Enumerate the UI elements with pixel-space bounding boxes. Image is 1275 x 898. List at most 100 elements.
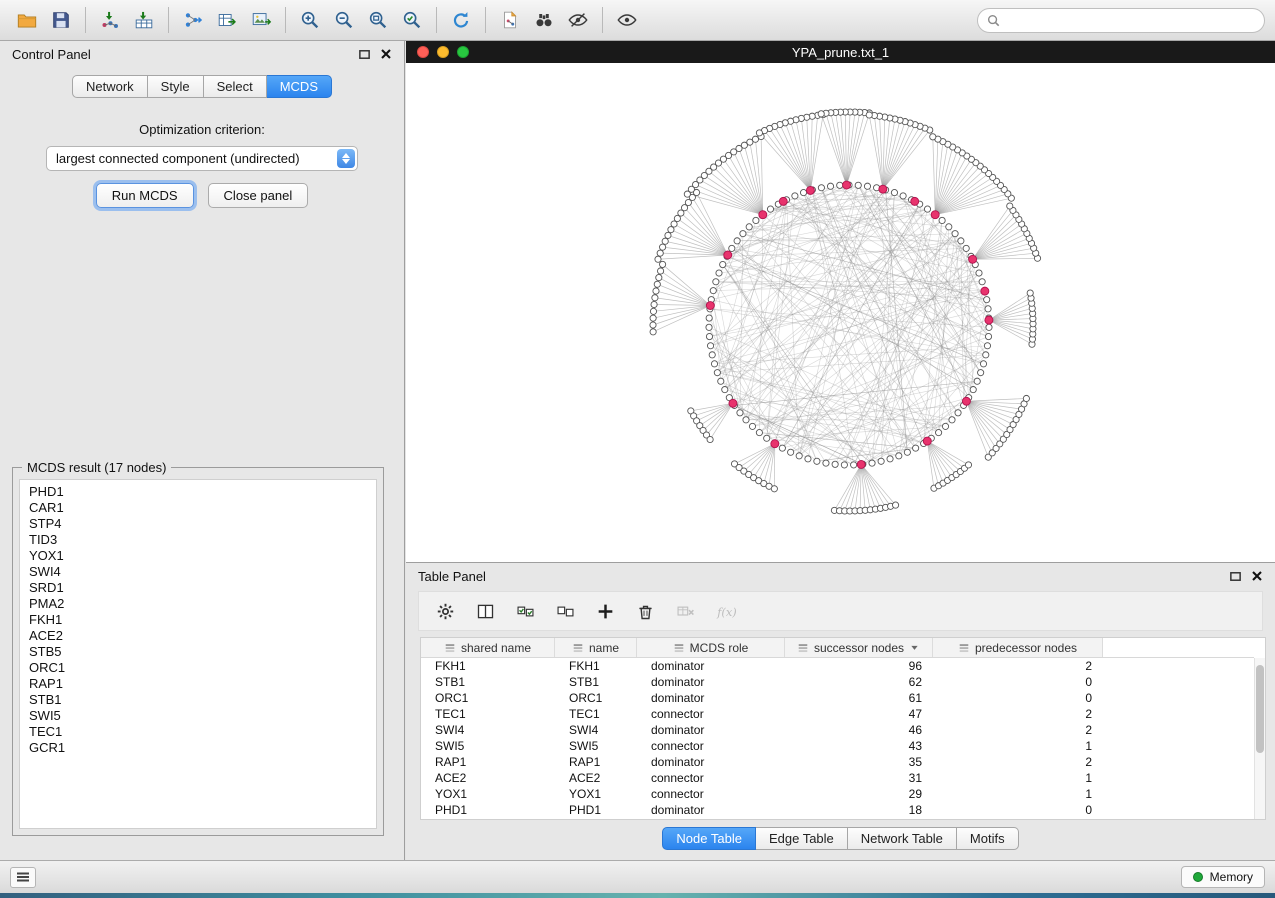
mcds-result-item[interactable]: TID3 — [29, 532, 367, 548]
export-table-button[interactable] — [210, 4, 244, 36]
zoom-in-button[interactable] — [293, 4, 327, 36]
table-row[interactable]: ACE2ACE2connector311 — [421, 770, 1254, 786]
tab-style[interactable]: Style — [148, 75, 204, 98]
column-header-predecessor-nodes[interactable]: predecessor nodes — [933, 638, 1103, 657]
add-column-button[interactable] — [595, 601, 616, 622]
mcds-result-item[interactable]: FKH1 — [29, 612, 367, 628]
mcds-result-item[interactable]: GCR1 — [29, 740, 367, 756]
float-panel-icon[interactable] — [358, 48, 371, 61]
cell-shared_name: SWI5 — [421, 738, 555, 754]
window-controls — [417, 46, 469, 58]
memory-button[interactable]: Memory — [1181, 866, 1265, 888]
mcds-result-item[interactable]: SRD1 — [29, 580, 367, 596]
task-history-button[interactable] — [10, 867, 36, 888]
select-all-button[interactable] — [515, 601, 536, 622]
cell-successors: 96 — [785, 658, 933, 674]
delete-column-button[interactable] — [635, 601, 656, 622]
scrollbar-thumb[interactable] — [1256, 665, 1264, 753]
cell-name: ORC1 — [555, 690, 637, 706]
save-session-button[interactable] — [44, 4, 78, 36]
table-row[interactable]: YOX1YOX1connector291 — [421, 786, 1254, 802]
node-table: shared namenameMCDS rolesuccessor nodesp… — [420, 637, 1266, 820]
column-header-MCDS-role[interactable]: MCDS role — [637, 638, 785, 657]
table-row[interactable]: STB1STB1dominator620 — [421, 674, 1254, 690]
table-row[interactable]: FKH1FKH1dominator962 — [421, 658, 1254, 674]
float-table-panel-icon[interactable] — [1229, 570, 1242, 583]
table-settings-button[interactable] — [435, 601, 456, 622]
import-network-button[interactable] — [93, 4, 127, 36]
export-network-button[interactable] — [176, 4, 210, 36]
mcds-result-item[interactable]: STP4 — [29, 516, 367, 532]
mcds-result-item[interactable]: PHD1 — [29, 484, 367, 500]
export-network-icon — [182, 9, 204, 31]
apply-layout-button[interactable] — [444, 4, 478, 36]
table-row[interactable]: TEC1TEC1connector472 — [421, 706, 1254, 722]
table-row[interactable]: SWI5SWI5connector431 — [421, 738, 1254, 754]
window-zoom-icon[interactable] — [457, 46, 469, 58]
network-canvas[interactable] — [406, 63, 1275, 562]
show-columns-button[interactable] — [475, 601, 496, 622]
search-input[interactable] — [1006, 13, 1255, 27]
mcds-result-item[interactable]: PMA2 — [29, 596, 367, 612]
table-row[interactable]: ORC1ORC1dominator610 — [421, 690, 1254, 706]
mcds-result-item[interactable]: SWI4 — [29, 564, 367, 580]
tab-mcds[interactable]: MCDS — [267, 75, 332, 98]
close-table-panel-icon[interactable] — [1251, 570, 1263, 582]
mcds-result-item[interactable]: STB5 — [29, 644, 367, 660]
tab-node-table[interactable]: Node Table — [662, 827, 756, 850]
deselect-all-button[interactable] — [555, 601, 576, 622]
mcds-result-item[interactable]: RAP1 — [29, 676, 367, 692]
search-box — [977, 8, 1265, 33]
import-table-button[interactable] — [127, 4, 161, 36]
cell-name: SWI5 — [555, 738, 637, 754]
export-image-button[interactable] — [244, 4, 278, 36]
cell-predecessors: 1 — [933, 770, 1103, 786]
table-row[interactable]: PHD1PHD1dominator180 — [421, 802, 1254, 818]
control-panel-tabs: NetworkStyleSelectMCDS — [0, 75, 404, 98]
show-graphics-details-button[interactable] — [561, 4, 595, 36]
tab-network-table[interactable]: Network Table — [848, 827, 957, 850]
close-panel-button[interactable]: Close panel — [208, 183, 309, 208]
clear-values-button — [675, 601, 696, 622]
column-header-successor-nodes[interactable]: successor nodes — [785, 638, 933, 657]
table-scrollbar[interactable] — [1254, 658, 1265, 819]
show-graphics-details-icon — [567, 9, 589, 31]
table-row[interactable]: SWI4SWI4dominator462 — [421, 722, 1254, 738]
mcds-result-item[interactable]: ORC1 — [29, 660, 367, 676]
toolbar-separator — [168, 7, 169, 33]
close-panel-icon[interactable] — [380, 48, 392, 60]
open-session-icon — [16, 9, 38, 31]
column-header-name[interactable]: name — [555, 638, 637, 657]
zoom-fit-icon — [367, 9, 389, 31]
tab-motifs[interactable]: Motifs — [957, 827, 1019, 850]
run-mcds-button[interactable]: Run MCDS — [96, 183, 194, 208]
cell-successors: 46 — [785, 722, 933, 738]
cell-predecessors: 2 — [933, 754, 1103, 770]
criterion-select[interactable]: largest connected component (undirected) — [46, 146, 358, 171]
share-document-button[interactable] — [493, 4, 527, 36]
window-minimize-icon[interactable] — [437, 46, 449, 58]
mcds-result-item[interactable]: YOX1 — [29, 548, 367, 564]
tab-network[interactable]: Network — [72, 75, 148, 98]
cell-shared_name: PHD1 — [421, 802, 555, 818]
mcds-result-item[interactable]: TEC1 — [29, 724, 367, 740]
mcds-result-item[interactable]: CAR1 — [29, 500, 367, 516]
table-row[interactable]: RAP1RAP1dominator352 — [421, 754, 1254, 770]
window-close-icon[interactable] — [417, 46, 429, 58]
mcds-result-item[interactable]: SWI5 — [29, 708, 367, 724]
zoom-out-button[interactable] — [327, 4, 361, 36]
zoom-selected-button[interactable] — [395, 4, 429, 36]
mcds-result-list[interactable]: PHD1CAR1STP4TID3YOX1SWI4SRD1PMA2FKH1ACE2… — [19, 479, 377, 829]
tab-edge-table[interactable]: Edge Table — [756, 827, 848, 850]
cell-role: dominator — [637, 690, 785, 706]
show-hide-panel-button[interactable] — [610, 4, 644, 36]
search-icon — [987, 14, 1000, 27]
zoom-fit-button[interactable] — [361, 4, 395, 36]
open-session-button[interactable] — [10, 4, 44, 36]
search-network-button[interactable] — [527, 4, 561, 36]
cell-role: connector — [637, 738, 785, 754]
mcds-result-item[interactable]: ACE2 — [29, 628, 367, 644]
mcds-result-item[interactable]: STB1 — [29, 692, 367, 708]
column-header-shared-name[interactable]: shared name — [421, 638, 555, 657]
tab-select[interactable]: Select — [204, 75, 267, 98]
